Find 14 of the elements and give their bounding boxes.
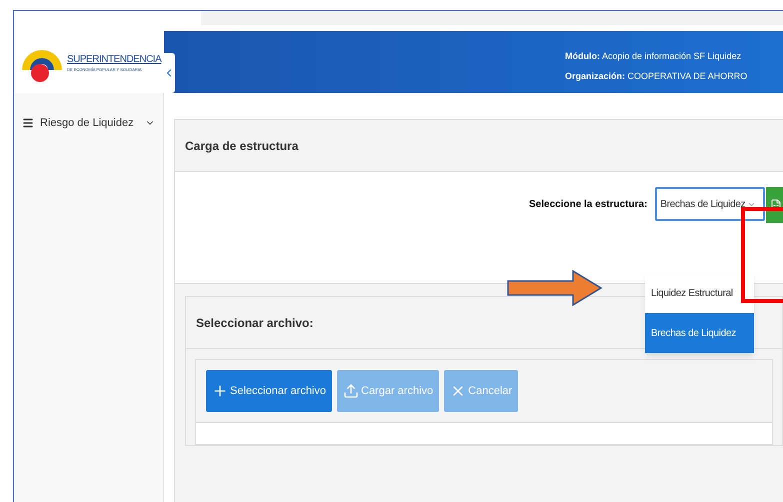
header-info: Módulo: Acopio de información SF Liquidez <box>565 50 742 63</box>
dropdown-option[interactable]: Liquidez Estructural <box>645 273 754 313</box>
logo-title: SUPERINTENDENCIA <box>67 52 162 66</box>
structure-select[interactable]: Brechas de Liquidez <box>655 187 766 221</box>
dropdown-option[interactable]: Brechas de Liquidez <box>645 313 754 353</box>
upload-icon <box>343 383 359 399</box>
header-info: Organización: COOPERATIVA DE AHORRO <box>565 70 748 83</box>
menu-icon <box>22 117 34 130</box>
sidebar-item[interactable]: Riesgo de Liquidez <box>22 115 155 132</box>
field-label: Seleccione la estructura: <box>529 198 648 212</box>
panel-title: Carga de estructura <box>185 138 298 154</box>
plus-icon <box>212 383 228 399</box>
toolbar-button[interactable]: Seleccionar archivo <box>206 370 332 412</box>
section-title: Seleccionar archivo: <box>196 314 314 332</box>
